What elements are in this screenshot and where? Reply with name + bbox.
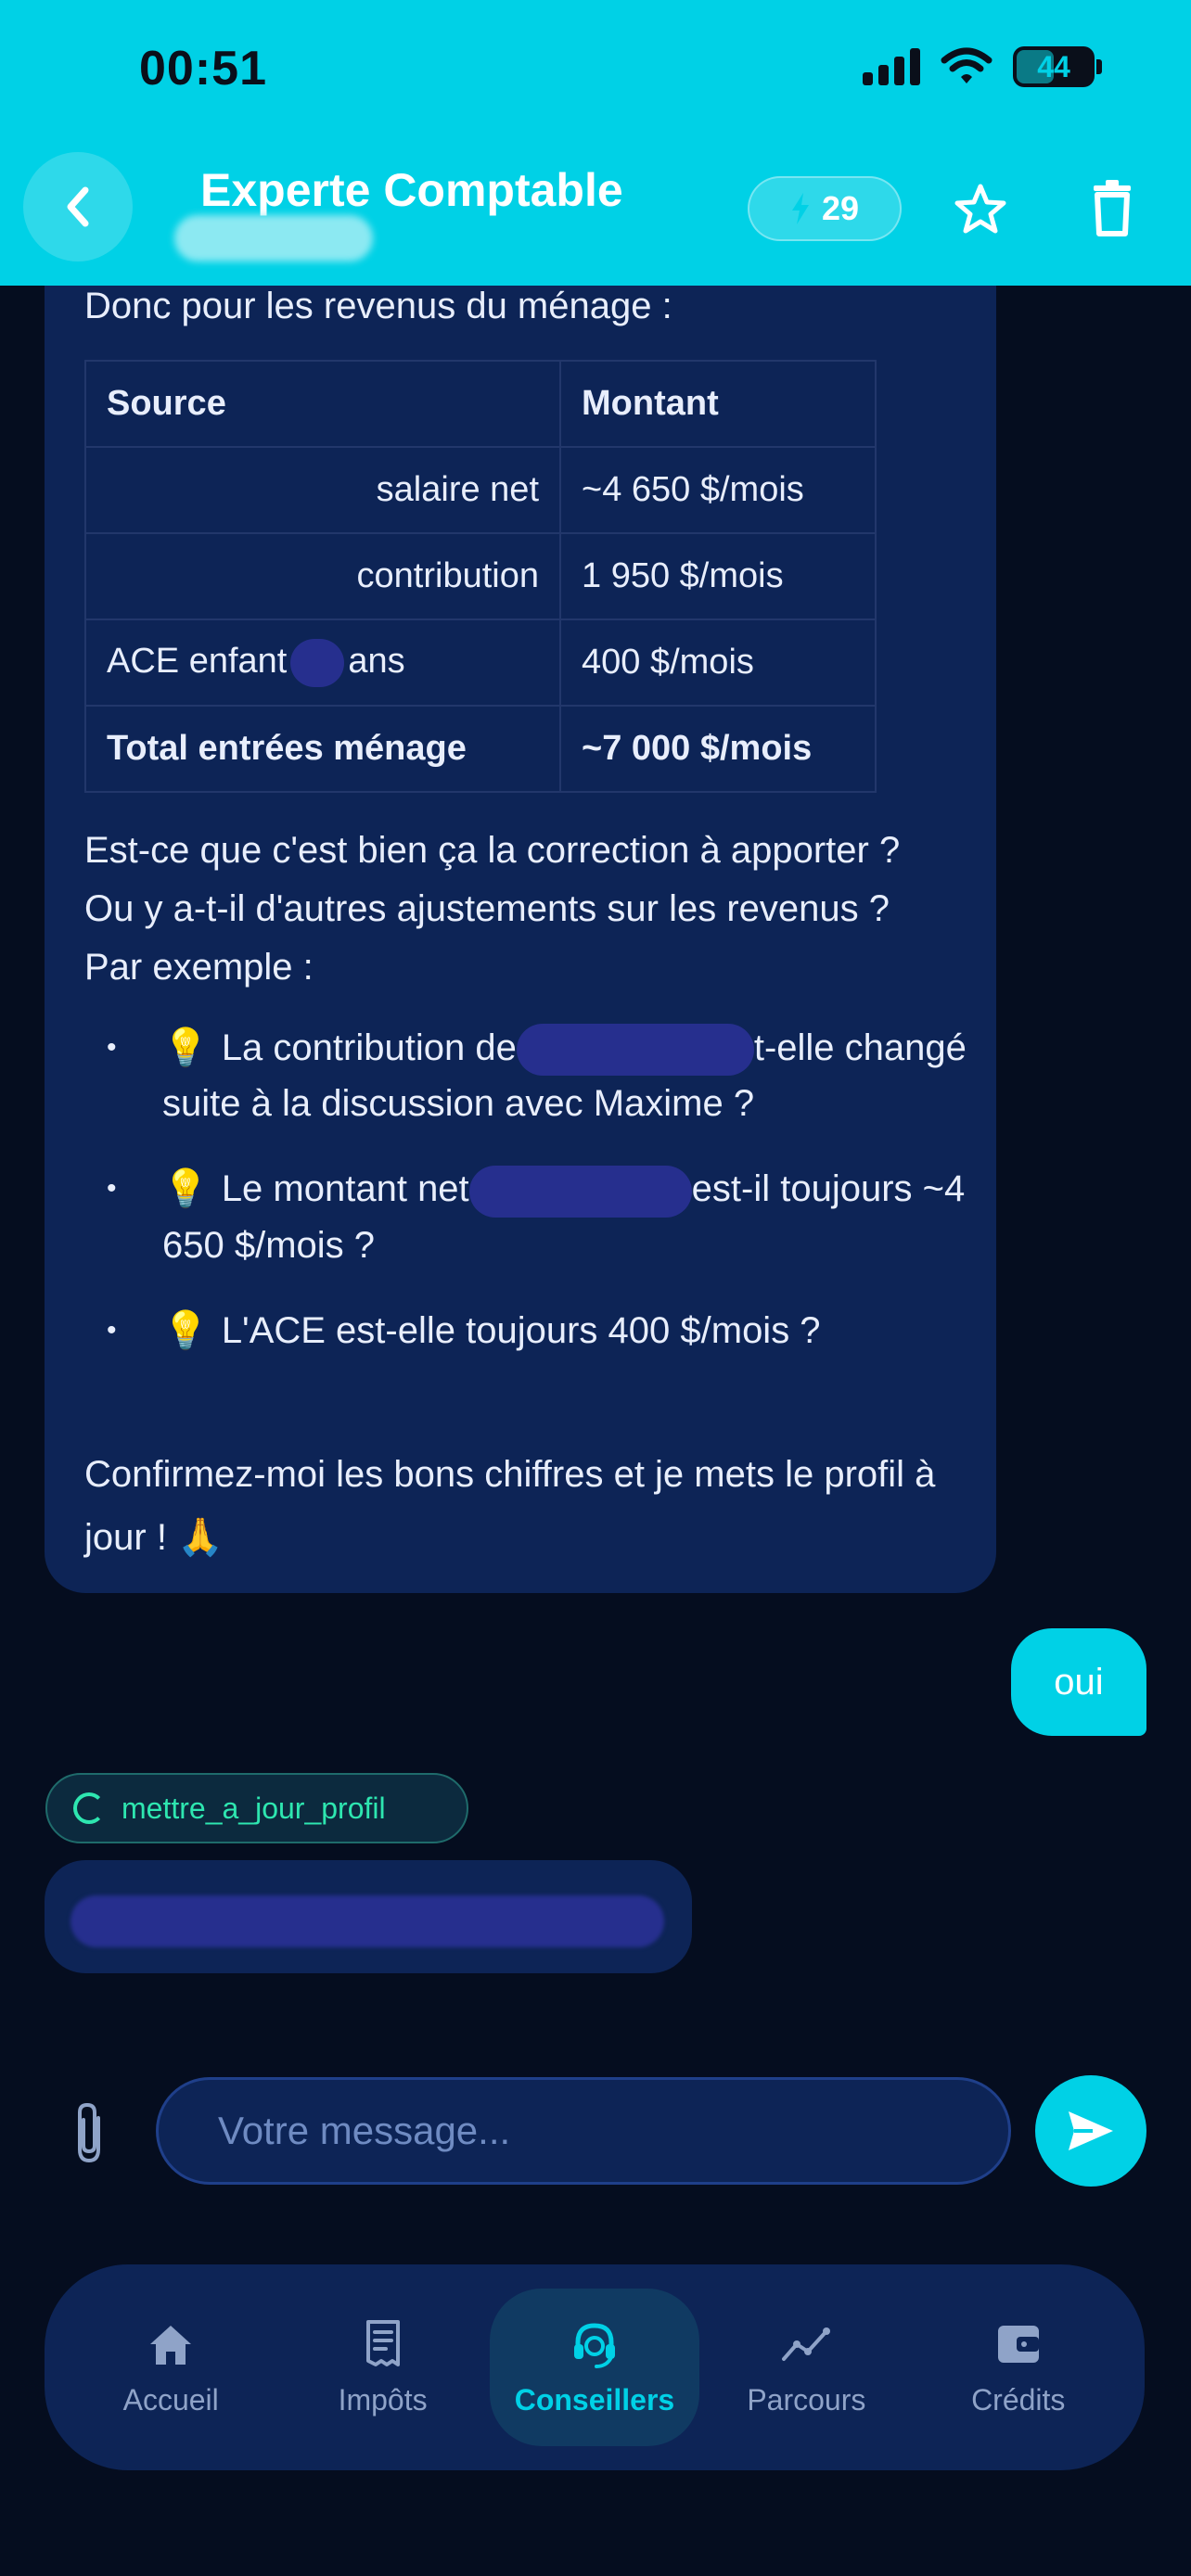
table-cell-source: contribution: [84, 532, 561, 620]
source-text-start: ACE enfant: [107, 641, 288, 681]
wifi-icon: [941, 47, 992, 83]
favorite-button[interactable]: [948, 176, 1013, 241]
table-row: salaire net ~4 650 $/mois: [84, 446, 877, 534]
table-header-amount: Montant: [559, 360, 877, 448]
bottom-navigation: Accueil Impôts Conseillers Parcours Créd…: [45, 2264, 1145, 2470]
lightbulb-icon: 💡: [162, 1027, 209, 1068]
message-question: Est-ce que c'est bien ça la correction à…: [84, 830, 901, 988]
redacted-value: [290, 638, 345, 687]
back-button[interactable]: [23, 152, 133, 261]
nav-label: Accueil: [122, 2382, 219, 2417]
page-title: Experte Comptable: [200, 164, 623, 216]
receipt-icon: [365, 2319, 400, 2366]
status-time: 00:51: [139, 42, 267, 96]
nav-item-conseillers[interactable]: Conseillers: [489, 2289, 699, 2446]
nav-label: Crédits: [971, 2382, 1066, 2417]
redacted-subtitle: [174, 215, 373, 261]
table-row: contribution 1 950 $/mois: [84, 532, 877, 620]
suggestion-list: • 💡 La contribution de t-elle changé suite…: [84, 1020, 975, 1388]
attach-button[interactable]: [61, 2098, 117, 2168]
nav-label: Conseillers: [514, 2382, 675, 2417]
user-message-text: oui: [1054, 1661, 1104, 1702]
home-icon: [150, 2325, 192, 2365]
nav-item-parcours[interactable]: Parcours: [701, 2289, 911, 2446]
nav-item-credits[interactable]: Crédits: [914, 2289, 1123, 2446]
tool-call-label: mettre_a_jour_profil: [122, 1791, 386, 1825]
list-item: • 💡 L'ACE est-elle toujours 400 $/mois ?: [84, 1303, 975, 1358]
table-total-label: Total entrées ménage: [84, 705, 561, 793]
credits-count: 29: [821, 189, 860, 227]
chart-line-icon: [782, 2327, 831, 2361]
table-cell-source: ACE enfant ans: [84, 618, 561, 707]
table-header-source: Source: [84, 360, 561, 448]
nav-item-accueil[interactable]: Accueil: [66, 2289, 275, 2446]
list-item: • 💡 La contribution de t-elle changé suite…: [84, 1020, 975, 1131]
nav-label: Parcours: [747, 2382, 866, 2417]
send-button[interactable]: [1035, 2075, 1146, 2187]
battery-level: 44: [1037, 49, 1070, 83]
chevron-left-icon: [67, 186, 89, 227]
table-total-row: Total entrées ménage ~7 000 $/mois: [84, 705, 877, 793]
nav-item-impots[interactable]: Impôts: [278, 2289, 488, 2446]
message-intro: Donc pour les revenus du ménage :: [84, 286, 672, 326]
nav-label: Impôts: [338, 2382, 428, 2417]
spinner-icon: [73, 1792, 105, 1824]
chat-screen: Donc pour les revenus du ménage : Source…: [0, 0, 1191, 2576]
source-text-end: ans: [348, 641, 405, 681]
message-closing: Confirmez-moi les bons chiffres et je me…: [84, 1454, 936, 1558]
income-table: Source Montant salaire net ~4 650 $/mois…: [84, 360, 877, 793]
cellular-signal-icon: [863, 48, 920, 85]
table-header-row: Source Montant: [84, 360, 877, 448]
star-icon: [954, 184, 1006, 234]
table-cell-amount: 1 950 $/mois: [559, 532, 877, 620]
redacted-value: [516, 1024, 754, 1077]
table-total-amount: ~7 000 $/mois: [559, 705, 877, 793]
send-icon: [1069, 2111, 1113, 2150]
message-input[interactable]: [156, 2077, 1011, 2185]
table-row: ACE enfant ans 400 $/mois: [84, 618, 877, 707]
paperclip-icon: [78, 2102, 100, 2163]
wallet-icon: [997, 2325, 1039, 2363]
tool-call-chip: mettre_a_jour_profil: [45, 1773, 468, 1843]
redacted-value: [468, 1165, 692, 1218]
redacted-value: [70, 1895, 664, 1947]
lightbulb-icon: 💡: [162, 1309, 209, 1351]
trash-icon: [1094, 180, 1131, 236]
battery-icon: 44: [1013, 46, 1095, 87]
headset-icon: [573, 2322, 615, 2368]
table-cell-source: salaire net: [84, 446, 561, 534]
app-header: 00:51 44 Experte Comptable 29: [0, 0, 1191, 286]
ai-message-bubble-redacted: [45, 1860, 692, 1973]
table-cell-amount: ~4 650 $/mois: [559, 446, 877, 534]
status-icons: 44: [863, 46, 1102, 87]
delete-button[interactable]: [1080, 174, 1145, 243]
lightning-icon: [791, 193, 809, 224]
user-message-bubble: oui: [1011, 1628, 1146, 1736]
lightbulb-icon: 💡: [162, 1168, 209, 1210]
table-cell-amount: 400 $/mois: [559, 618, 877, 707]
credits-badge[interactable]: 29: [748, 176, 902, 241]
list-item: • 💡 Le montant net est-il toujours ~4 650 …: [84, 1161, 975, 1272]
